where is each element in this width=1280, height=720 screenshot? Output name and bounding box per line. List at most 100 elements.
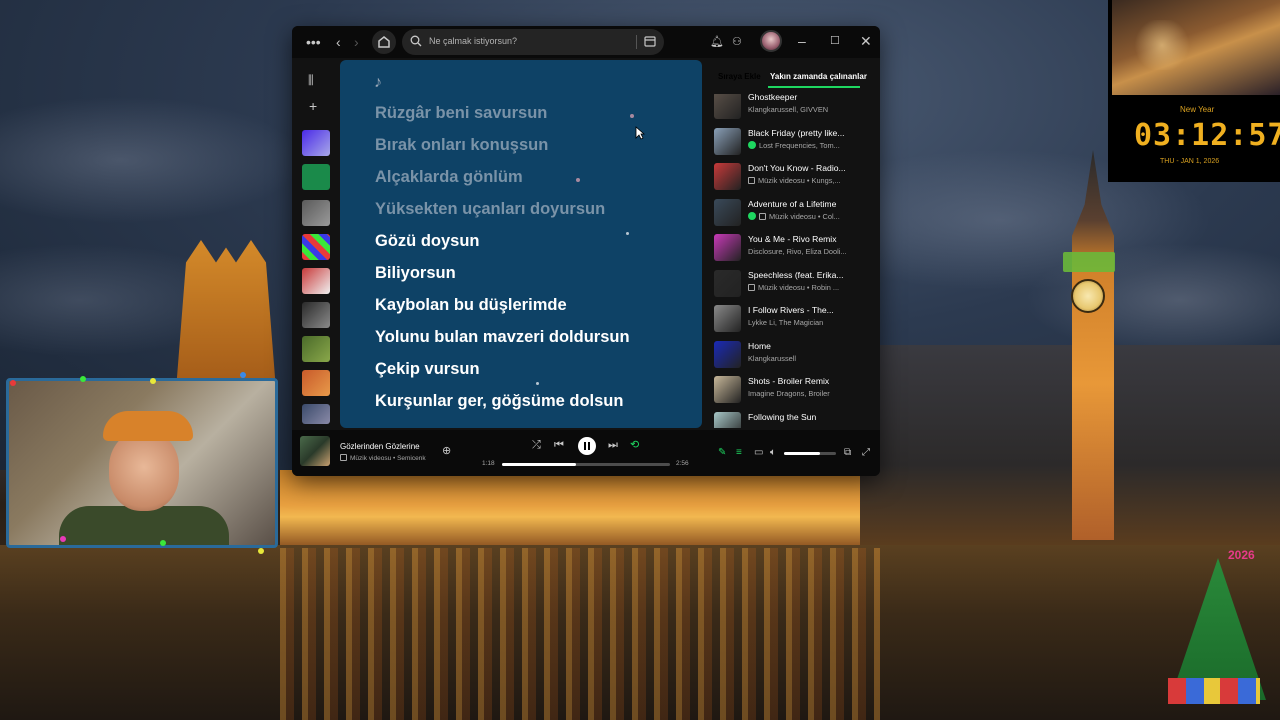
lyric-line[interactable]: Yüksekten uçanları doyursun: [375, 200, 605, 219]
add-to-library-icon[interactable]: ⊕: [442, 444, 451, 458]
webcam-person-shirt: [59, 506, 229, 545]
string-light: [10, 380, 16, 386]
playlist-thumb[interactable]: [302, 370, 330, 396]
create-plus-icon[interactable]: +: [309, 96, 317, 116]
now-playing-title[interactable]: Gözlerinden Gözlerine: [340, 442, 420, 451]
track-subtitle: Imagine Dragons, Broiler: [748, 389, 874, 398]
list-item[interactable]: Home Klangkarussell: [714, 339, 874, 373]
user-avatar[interactable]: [760, 30, 782, 52]
maximize-icon[interactable]: ☐: [830, 31, 840, 51]
library-sidebar: ⫼ +: [300, 62, 332, 432]
track-artists: Klangkarussell: [748, 353, 797, 363]
list-item[interactable]: Don't You Know - Radio... Müzik videosu •…: [714, 161, 874, 195]
playlist-thumb[interactable]: [302, 302, 330, 328]
search-input[interactable]: Ne çalmak istiyorsun?: [402, 29, 664, 55]
connect-device-icon[interactable]: ▭: [754, 446, 763, 460]
playlist-thumb[interactable]: [302, 234, 330, 260]
home-button[interactable]: [372, 30, 396, 54]
list-item[interactable]: Black Friday (pretty like... Lost Frequen…: [714, 126, 874, 160]
playlist-thumb[interactable]: [302, 336, 330, 362]
snowflake: [576, 178, 580, 182]
list-item[interactable]: I Follow Rivers - The... Lykke Li, The Ma…: [714, 303, 874, 337]
lyric-line[interactable]: Yolunu bulan mavzeri doldursun: [375, 328, 630, 347]
track-cover[interactable]: [714, 127, 741, 155]
track-cover[interactable]: [714, 163, 741, 190]
now-playing-subtitle[interactable]: Müzik videosu • Semicenk: [340, 454, 426, 462]
track-title[interactable]: Black Friday (pretty like...: [748, 128, 874, 138]
track-cover[interactable]: [714, 305, 741, 332]
progress-bar[interactable]: [502, 463, 670, 466]
repeat-icon[interactable]: ⟲: [630, 438, 639, 452]
track-cover[interactable]: [714, 376, 741, 403]
library-icon[interactable]: ⫼: [308, 70, 314, 90]
playlist-thumb[interactable]: [302, 404, 330, 424]
previous-track-icon[interactable]: ⏮: [554, 438, 564, 452]
track-artists: Müzik videosu • Robin ...: [758, 282, 840, 292]
track-subtitle: Müzik videosu • Robin ...: [748, 283, 874, 292]
lyric-line[interactable]: Biliyorsun: [375, 264, 456, 283]
snowflake: [626, 232, 629, 235]
lyrics-icon[interactable]: ✎: [718, 446, 726, 460]
notifications-bell-icon[interactable]: 🔔︎: [710, 32, 724, 52]
lyric-line[interactable]: Kurşunlar ger, göğsüme dolsun: [375, 392, 623, 411]
track-title[interactable]: Don't You Know - Radio...: [748, 163, 874, 173]
music-video-icon: [748, 283, 755, 291]
minimize-icon[interactable]: –: [798, 31, 806, 51]
fullscreen-icon[interactable]: ⤢: [862, 446, 870, 460]
string-light: [150, 378, 156, 384]
track-artists: Müzik videosu • Col...: [769, 211, 840, 221]
shuffle-icon[interactable]: ⤮: [532, 438, 541, 452]
wallpaper-parliament-right: [860, 345, 1280, 545]
lyric-line[interactable]: Çekip vursun: [375, 360, 480, 379]
forward-arrow-icon[interactable]: ›: [354, 32, 359, 52]
track-cover[interactable]: [714, 94, 741, 119]
track-title[interactable]: You & Me - Rivo Remix: [748, 234, 874, 244]
list-item[interactable]: Adventure of a Lifetime Müzik videosu • C…: [714, 197, 874, 231]
volume-slider[interactable]: [784, 452, 836, 455]
liked-songs-thumb[interactable]: [302, 130, 330, 156]
list-item[interactable]: You & Me - Rivo Remix Disclosure, Rivo, E…: [714, 232, 874, 266]
snowflake: [630, 114, 634, 118]
lyric-line[interactable]: Rüzgâr beni savursun: [375, 104, 547, 123]
now-playing-cover[interactable]: [300, 436, 330, 466]
volume-icon[interactable]: 🔈︎: [770, 446, 776, 460]
track-title[interactable]: Home: [748, 341, 874, 351]
playlist-thumb[interactable]: [302, 268, 330, 294]
track-cover[interactable]: [714, 269, 741, 297]
track-subtitle: Müzik videosu • Kungs,...: [748, 176, 874, 185]
queue-icon[interactable]: ≡: [736, 446, 742, 460]
lyric-line[interactable]: Alçaklarda gönlüm: [375, 168, 523, 187]
saved-episodes-thumb[interactable]: [302, 164, 330, 190]
lyric-line[interactable]: Kaybolan bu düşlerimde: [375, 296, 567, 315]
list-item[interactable]: Following the Sun: [714, 410, 874, 428]
mini-player-icon[interactable]: ⧉: [844, 446, 851, 460]
track-title[interactable]: Ghostkeeper: [748, 94, 874, 102]
playlist-thumb[interactable]: [302, 200, 330, 226]
list-item[interactable]: Shots - Broiler Remix Imagine Dragons, Br…: [714, 374, 874, 408]
track-cover[interactable]: [714, 198, 741, 226]
tab-queue[interactable]: Sıraya Ekle: [718, 72, 761, 81]
track-subtitle: Disclosure, Rivo, Eliza Dooli...: [748, 247, 874, 256]
track-cover[interactable]: [714, 340, 741, 368]
list-item[interactable]: Ghostkeeper Klangkarussell, GIVVEN: [714, 94, 874, 124]
lyric-line[interactable]: Bırak onları konuşsun: [375, 136, 548, 155]
track-title[interactable]: Adventure of a Lifetime: [748, 199, 874, 209]
browse-icon[interactable]: [644, 35, 656, 47]
next-track-icon[interactable]: ⏭: [608, 438, 618, 452]
track-title[interactable]: Shots - Broiler Remix: [748, 376, 874, 386]
track-title[interactable]: Speechless (feat. Erika...: [748, 270, 874, 280]
pause-button[interactable]: [578, 437, 596, 455]
lyric-line[interactable]: Gözü doysun: [375, 232, 480, 251]
friend-activity-icon[interactable]: ⚇: [732, 32, 742, 52]
more-menu-icon[interactable]: •••: [306, 32, 321, 52]
tab-recently-played[interactable]: Yakın zamanda çalınanlar: [770, 72, 867, 81]
track-title[interactable]: I Follow Rivers - The...: [748, 305, 874, 315]
close-icon[interactable]: ✕: [860, 31, 872, 51]
list-item[interactable]: Speechless (feat. Erika... Müzik videosu …: [714, 268, 874, 302]
track-subtitle: Klangkarussell: [748, 354, 874, 363]
track-cover[interactable]: [714, 234, 741, 261]
back-arrow-icon[interactable]: ‹: [336, 32, 341, 52]
clock-time: 03:12:57: [1134, 118, 1280, 153]
track-title[interactable]: Following the Sun: [748, 412, 874, 422]
track-cover[interactable]: [714, 411, 741, 428]
